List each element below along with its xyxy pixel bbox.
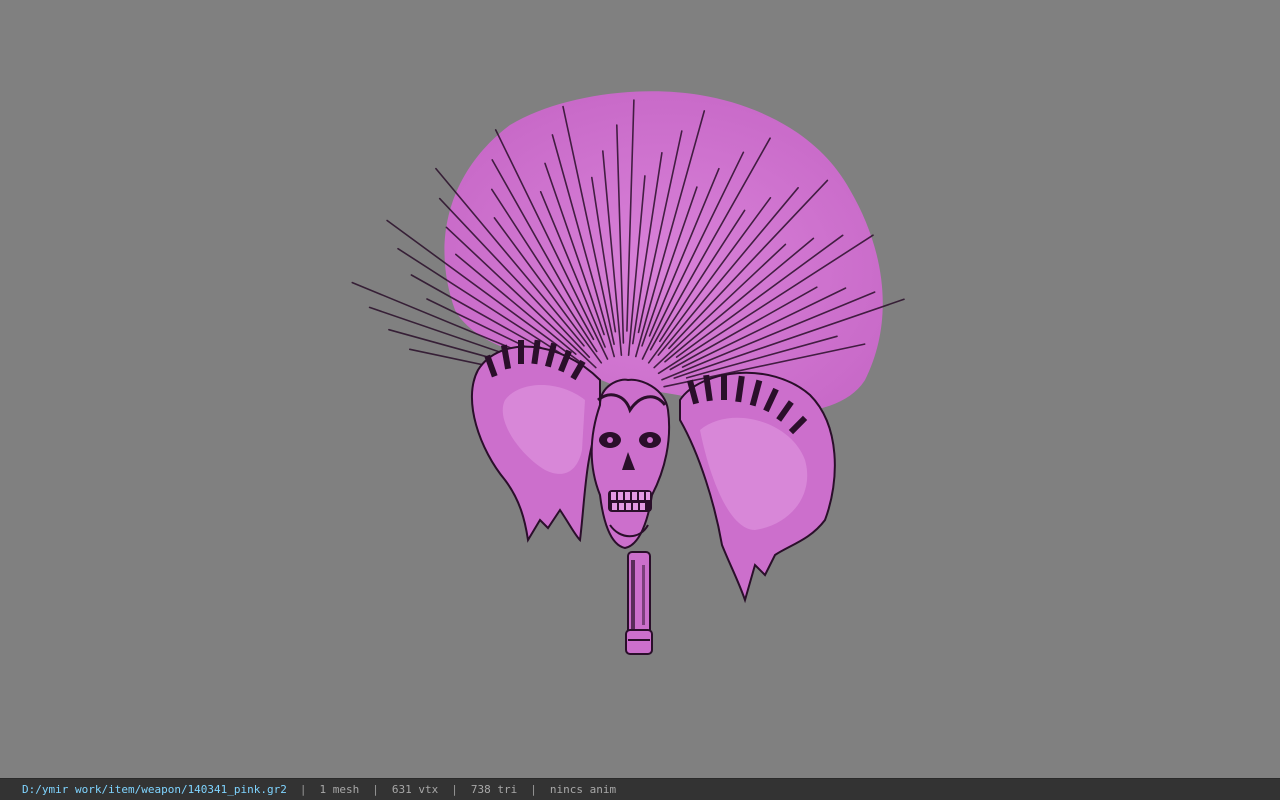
skull-ornament (590, 378, 671, 550)
mesh-count: 1 mesh (319, 783, 360, 796)
pink-fan-weapon-model (351, 91, 905, 655)
vertex-count: 631 vtx (391, 783, 439, 796)
file-path: D:/ymir work/item/weapon/140341_pink.gr2 (22, 783, 287, 796)
separator: | (372, 783, 379, 796)
animation-status: nincs anim (549, 783, 617, 796)
triangle-count: 738 tri (470, 783, 518, 796)
separator: | (530, 783, 537, 796)
status-bar: D:/ymir work/item/weapon/140341_pink.gr2… (0, 778, 1280, 800)
separator: | (451, 783, 458, 796)
3d-viewport[interactable] (0, 0, 1280, 778)
weapon-handle (625, 551, 653, 655)
separator: | (299, 783, 307, 796)
